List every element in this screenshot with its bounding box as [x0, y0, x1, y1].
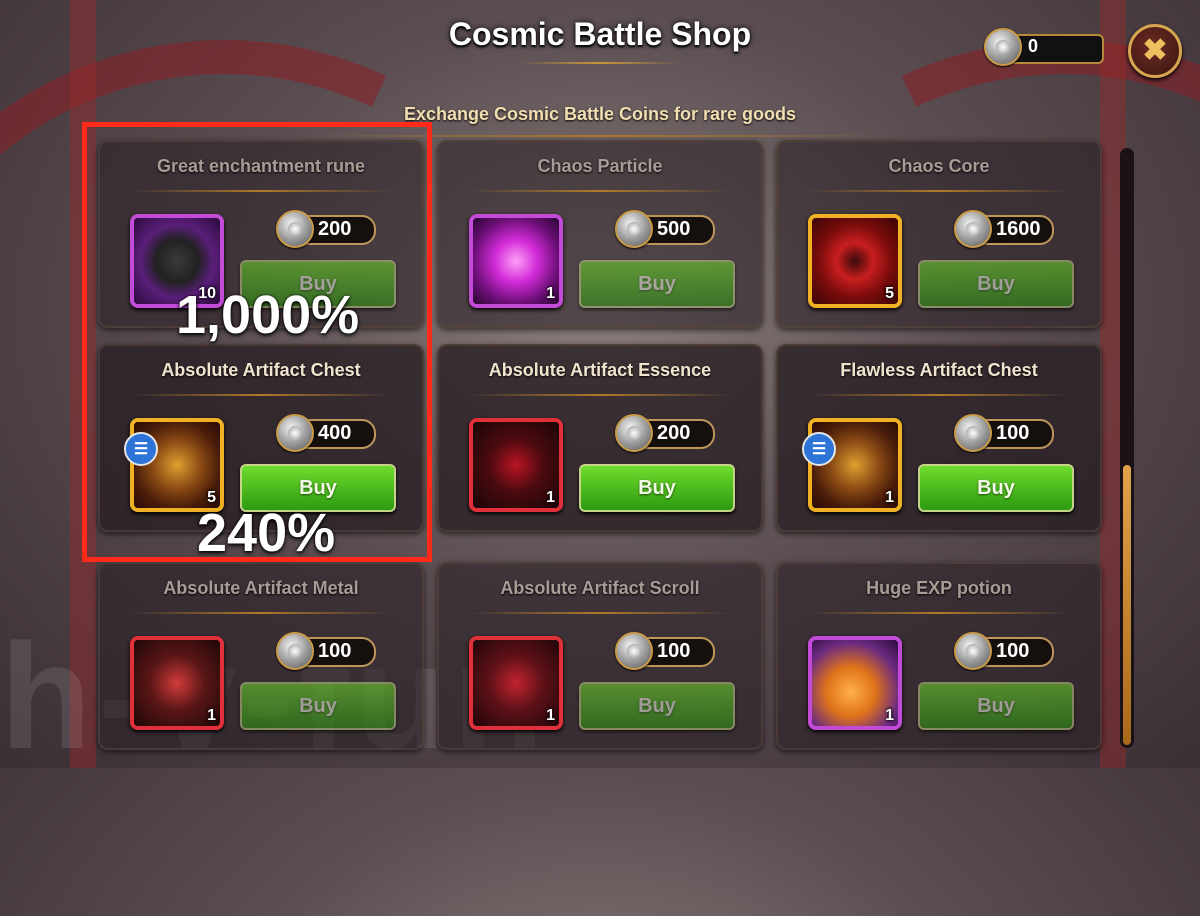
- item-name: Chaos Core: [888, 156, 990, 176]
- buy-button[interactable]: Buy: [918, 464, 1074, 512]
- buy-button[interactable]: Buy: [579, 464, 735, 512]
- item-name: Flawless Artifact Chest: [840, 360, 1038, 380]
- shop-item-card: Chaos Core 5 1600 Buy: [776, 140, 1102, 328]
- price-amount: 100: [996, 640, 1030, 662]
- title-divider: [520, 62, 680, 64]
- cosmic-coin-icon: [954, 632, 992, 670]
- cosmic-coin-icon: [954, 210, 992, 248]
- shop-item-card: Absolute Artifact Essence 1 200 Buy: [437, 344, 763, 532]
- item-divider: [469, 190, 731, 192]
- price-amount: 100: [657, 640, 691, 662]
- item-icon-frame[interactable]: 5: [808, 214, 902, 308]
- shop-item-card: Huge EXP potion 1 100 Buy: [776, 562, 1102, 750]
- item-icon-frame[interactable]: 1: [130, 636, 224, 730]
- price-amount: 500: [657, 218, 691, 240]
- item-divider: [469, 612, 731, 614]
- currency-value: 0: [1028, 36, 1039, 56]
- item-divider: [808, 394, 1070, 396]
- cosmic-coin-icon: [615, 632, 653, 670]
- item-divider: [469, 394, 731, 396]
- cosmic-coin-icon: [984, 28, 1022, 66]
- scrollbar-thumb[interactable]: [1123, 465, 1131, 745]
- buy-button[interactable]: Buy: [918, 260, 1074, 308]
- item-divider: [808, 190, 1070, 192]
- item-quantity: 5: [885, 285, 894, 302]
- cosmic-coin-icon: [276, 632, 314, 670]
- item-price: 200: [615, 414, 715, 452]
- close-icon: ✖: [1142, 34, 1168, 67]
- info-icon[interactable]: ☰: [802, 432, 836, 466]
- item-quantity: 1: [546, 489, 555, 506]
- item-name: Huge EXP potion: [866, 578, 1012, 598]
- item-name: Absolute Artifact Essence: [488, 360, 712, 380]
- item-quantity: 1: [546, 707, 555, 724]
- buy-button[interactable]: Buy: [579, 682, 735, 730]
- item-icon-frame[interactable]: 1: [469, 214, 563, 308]
- price-amount: 1600: [996, 218, 1041, 240]
- item-divider: [130, 612, 392, 614]
- overlay-label-2: 240%: [197, 503, 336, 563]
- shop-item-card: Chaos Particle 1 500 Buy: [437, 140, 763, 328]
- item-name: Absolute Artifact Scroll: [500, 578, 700, 598]
- item-quantity: 1: [207, 707, 216, 724]
- item-quantity: 1: [546, 285, 555, 302]
- buy-button[interactable]: Buy: [579, 260, 735, 308]
- item-price: 100: [954, 414, 1054, 452]
- currency-display: 0: [984, 28, 1104, 66]
- item-price: 100: [615, 632, 715, 670]
- item-price: 500: [615, 210, 715, 248]
- cosmic-coin-icon: [615, 210, 653, 248]
- close-button[interactable]: ✖: [1128, 24, 1182, 78]
- item-price: 1600: [954, 210, 1054, 248]
- buy-button[interactable]: Buy: [918, 682, 1074, 730]
- item-divider: [808, 612, 1070, 614]
- price-amount: 200: [657, 422, 691, 444]
- shop-item-card: Absolute Artifact Scroll 1 100 Buy: [437, 562, 763, 750]
- item-quantity: 1: [885, 489, 894, 506]
- item-icon-frame[interactable]: 1: [469, 418, 563, 512]
- item-icon-frame[interactable]: 1: [469, 636, 563, 730]
- cosmic-coin-icon: [615, 414, 653, 452]
- buy-button[interactable]: Buy: [240, 682, 396, 730]
- price-amount: 100: [318, 640, 352, 662]
- item-quantity: 1: [885, 707, 894, 724]
- item-price: 100: [276, 632, 376, 670]
- shop-item-card: Absolute Artifact Metal 1 100 Buy: [98, 562, 424, 750]
- cosmic-coin-icon: [954, 414, 992, 452]
- item-name: Chaos Particle: [537, 156, 663, 176]
- price-amount: 100: [996, 422, 1030, 444]
- item-name: Absolute Artifact Metal: [163, 578, 359, 598]
- overlay-label-1: 1,000%: [176, 285, 360, 345]
- item-icon-frame[interactable]: 1: [808, 636, 902, 730]
- item-price: 100: [954, 632, 1054, 670]
- shop-item-card: Flawless Artifact Chest ☰ 1 100 Buy: [776, 344, 1102, 532]
